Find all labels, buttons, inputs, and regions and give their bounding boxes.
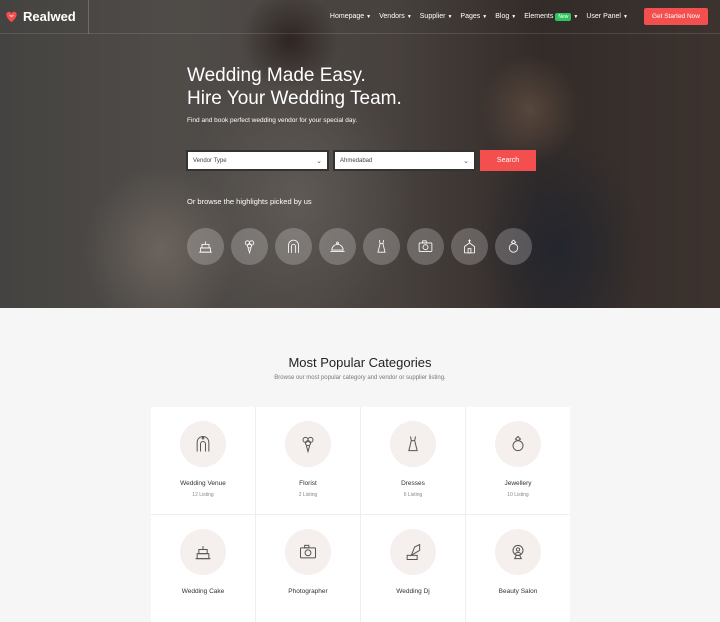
chevron-down-icon: ⌄ (463, 157, 469, 165)
search-button[interactable]: Search (480, 150, 536, 171)
gramophone-icon (406, 543, 421, 560)
category-name: Dresses (401, 480, 425, 487)
venue-arch-icon (196, 436, 210, 452)
nav-label: Blog (495, 13, 510, 20)
chevron-down-icon: ▼ (511, 13, 517, 20)
section-subtitle: Browse our most popular category and ven… (274, 375, 446, 381)
vendor-type-value: Vendor Type (193, 157, 227, 164)
category-card-wedding-cake[interactable]: Wedding Cake (151, 515, 255, 622)
category-icon-circle (390, 421, 436, 467)
highlight-dresses[interactable] (363, 228, 400, 265)
category-name: Beauty Salon (498, 588, 538, 595)
bouquet-icon (244, 240, 255, 255)
brand-name: Realwed (23, 9, 76, 24)
category-icon-circle (495, 529, 541, 575)
bouquet-icon (302, 436, 314, 454)
vendor-type-select[interactable]: Vendor Type ⌄ (186, 150, 329, 171)
nav-label: Vendors (379, 13, 405, 20)
top-navbar: Realwed Homepage ▼ Vendors ▼ Supplier ▼ Pag… (0, 0, 720, 34)
chevron-down-icon: ▼ (366, 13, 372, 20)
browse-highlights-text: Or browse the highlights picked by us (187, 197, 312, 206)
catering-icon (330, 241, 345, 252)
category-icon-circle (285, 529, 331, 575)
category-grid: Wedding Venue 12 Listing Florist 2 Listi… (151, 407, 570, 622)
nav-label: User Panel (586, 13, 621, 20)
chevron-down-icon: ▼ (622, 13, 628, 20)
mirror-icon (512, 544, 524, 560)
category-icon-circle (180, 421, 226, 467)
new-badge: New (555, 12, 572, 21)
camera-icon (300, 544, 316, 559)
category-count: 10 Listing (507, 492, 529, 498)
category-name: Jewellery (504, 480, 532, 487)
highlight-venue[interactable] (275, 228, 312, 265)
chevron-down-icon: ▼ (406, 13, 412, 20)
search-form: Vendor Type ⌄ Ahmedabad ⌄ Search (186, 150, 536, 171)
main-menu: Homepage ▼ Vendors ▼ Supplier ▼ Pages ▼ Blog… (330, 8, 708, 25)
nav-label: Pages (460, 13, 481, 20)
nav-label: Elements (524, 13, 554, 20)
nav-label: Homepage (329, 13, 365, 20)
hero-section: Realwed Homepage ▼ Vendors ▼ Supplier ▼ Pag… (0, 0, 720, 308)
logo[interactable]: Realwed (4, 0, 89, 34)
cake-icon (195, 546, 211, 560)
chevron-down-icon: ⌄ (316, 157, 322, 165)
highlight-jewellery[interactable] (495, 228, 532, 265)
chapel-icon (464, 239, 475, 254)
highlight-catering[interactable] (319, 228, 356, 265)
chevron-down-icon: ▼ (482, 13, 488, 20)
category-card-beauty-salon[interactable]: Beauty Salon (466, 515, 570, 622)
category-count: 12 Listing (192, 492, 214, 498)
category-name: Wedding Cake (181, 588, 225, 595)
highlight-photographer[interactable] (407, 228, 444, 265)
ring-icon (512, 435, 524, 452)
camera-icon (418, 240, 433, 252)
category-icon-circle (495, 421, 541, 467)
category-name: Florist (299, 480, 317, 487)
venue-arch-icon (288, 239, 299, 253)
category-icon-circle (285, 421, 331, 467)
category-card-photographer[interactable]: Photographer (256, 515, 360, 622)
dress-icon (377, 240, 386, 253)
category-icon-circle (180, 529, 226, 575)
category-card-jewellery[interactable]: Jewellery 10 Listing (466, 407, 570, 514)
cake-icon (199, 241, 212, 253)
ring-icon (508, 239, 519, 253)
get-started-button[interactable]: Get Started Now (643, 8, 708, 25)
highlight-cake[interactable] (187, 228, 224, 265)
category-card-wedding-dj[interactable]: Wedding Dj (361, 515, 465, 622)
category-card-wedding-venue[interactable]: Wedding Venue 12 Listing (151, 407, 255, 514)
highlight-florist[interactable] (231, 228, 268, 265)
category-count: 6 Listing (403, 492, 423, 498)
category-card-dresses[interactable]: Dresses 6 Listing (361, 407, 465, 514)
hero-title-line1: Wedding Made Easy. (187, 65, 366, 86)
chevron-down-icon: ▼ (573, 13, 579, 20)
heart-logo-icon (6, 11, 17, 23)
category-card-florist[interactable]: Florist 2 Listing (256, 407, 360, 514)
nav-pages[interactable]: Pages ▼ (460, 13, 487, 20)
nav-vendors[interactable]: Vendors ▼ (379, 13, 412, 20)
chevron-down-icon: ▼ (447, 13, 453, 20)
category-name: Photographer (288, 588, 328, 595)
popular-categories-section: Most Popular Categories Browse our most … (0, 308, 720, 622)
highlight-chapel[interactable] (451, 228, 488, 265)
hero-subtitle: Find and book perfect wedding vendor for… (187, 117, 358, 124)
nav-blog[interactable]: Blog ▼ (495, 13, 516, 20)
nav-homepage[interactable]: Homepage ▼ (330, 13, 371, 20)
category-name: Wedding Dj (396, 588, 430, 595)
category-icon-circle (390, 529, 436, 575)
highlight-icons (187, 228, 532, 265)
category-name: Wedding Venue (180, 480, 226, 487)
hero-title: Wedding Made Easy. Hire Your Wedding Tea… (187, 64, 402, 110)
city-value: Ahmedabad (340, 157, 373, 164)
hero-title-line2: Hire Your Wedding Team. (187, 88, 402, 109)
nav-elements[interactable]: Elements New ▼ (524, 12, 579, 21)
city-select[interactable]: Ahmedabad ⌄ (333, 150, 476, 171)
nav-supplier[interactable]: Supplier ▼ (420, 13, 453, 20)
nav-user-panel[interactable]: User Panel ▼ (586, 13, 628, 20)
category-count: 2 Listing (298, 492, 318, 498)
nav-label: Supplier (419, 13, 446, 20)
dress-icon (408, 436, 418, 452)
section-title: Most Popular Categories (288, 355, 432, 370)
